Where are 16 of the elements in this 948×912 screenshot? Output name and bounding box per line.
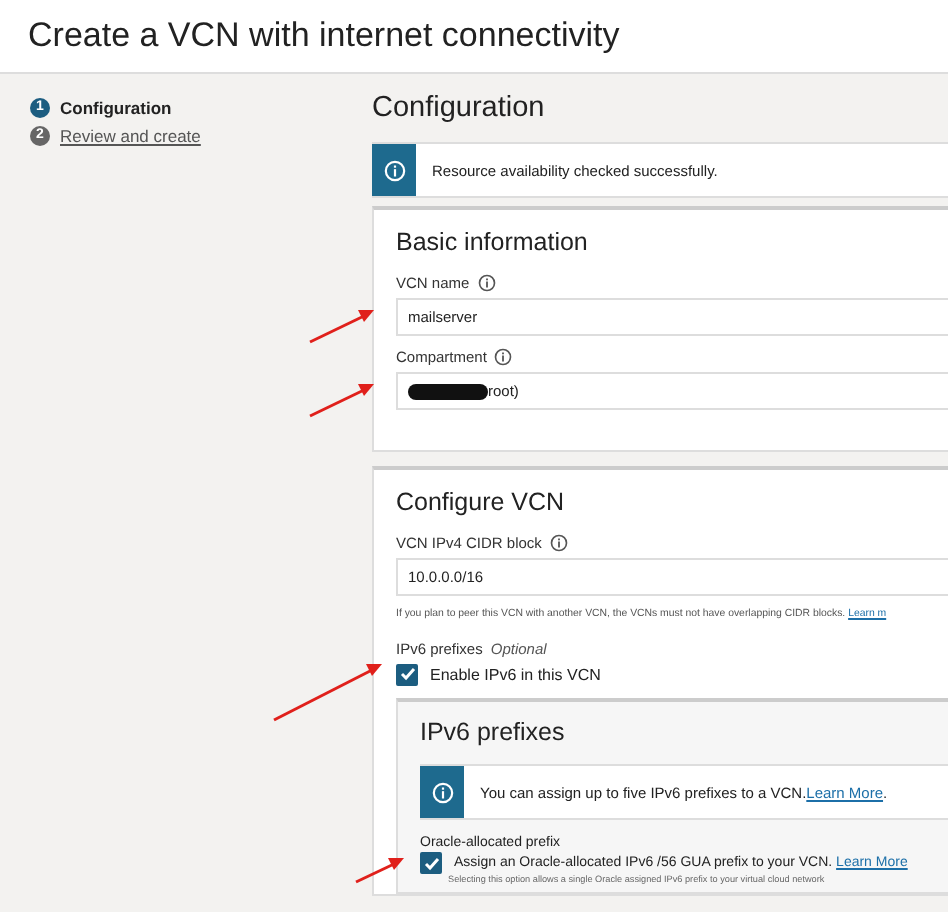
- info-icon: [494, 348, 513, 366]
- page-title: Create a VCN with internet connectivity: [28, 16, 620, 56]
- info-icon: [431, 781, 453, 803]
- info-icon: [549, 534, 568, 552]
- checkbox[interactable]: [396, 663, 418, 685]
- info-icon: [383, 159, 405, 181]
- section-heading: Configuration: [372, 92, 547, 124]
- step-link[interactable]: Review and create: [60, 125, 201, 145]
- card-title: Configure VCN: [396, 488, 567, 516]
- card-title: IPv6 prefixes: [420, 718, 567, 746]
- checkbox[interactable]: [420, 852, 442, 874]
- redaction-mark: [408, 383, 488, 399]
- info-icon: [477, 274, 496, 292]
- checkbox-label: Enable IPv6 in this VCN: [430, 665, 601, 683]
- card-title: Basic information: [396, 228, 590, 256]
- step-link[interactable]: Configuration: [60, 97, 172, 117]
